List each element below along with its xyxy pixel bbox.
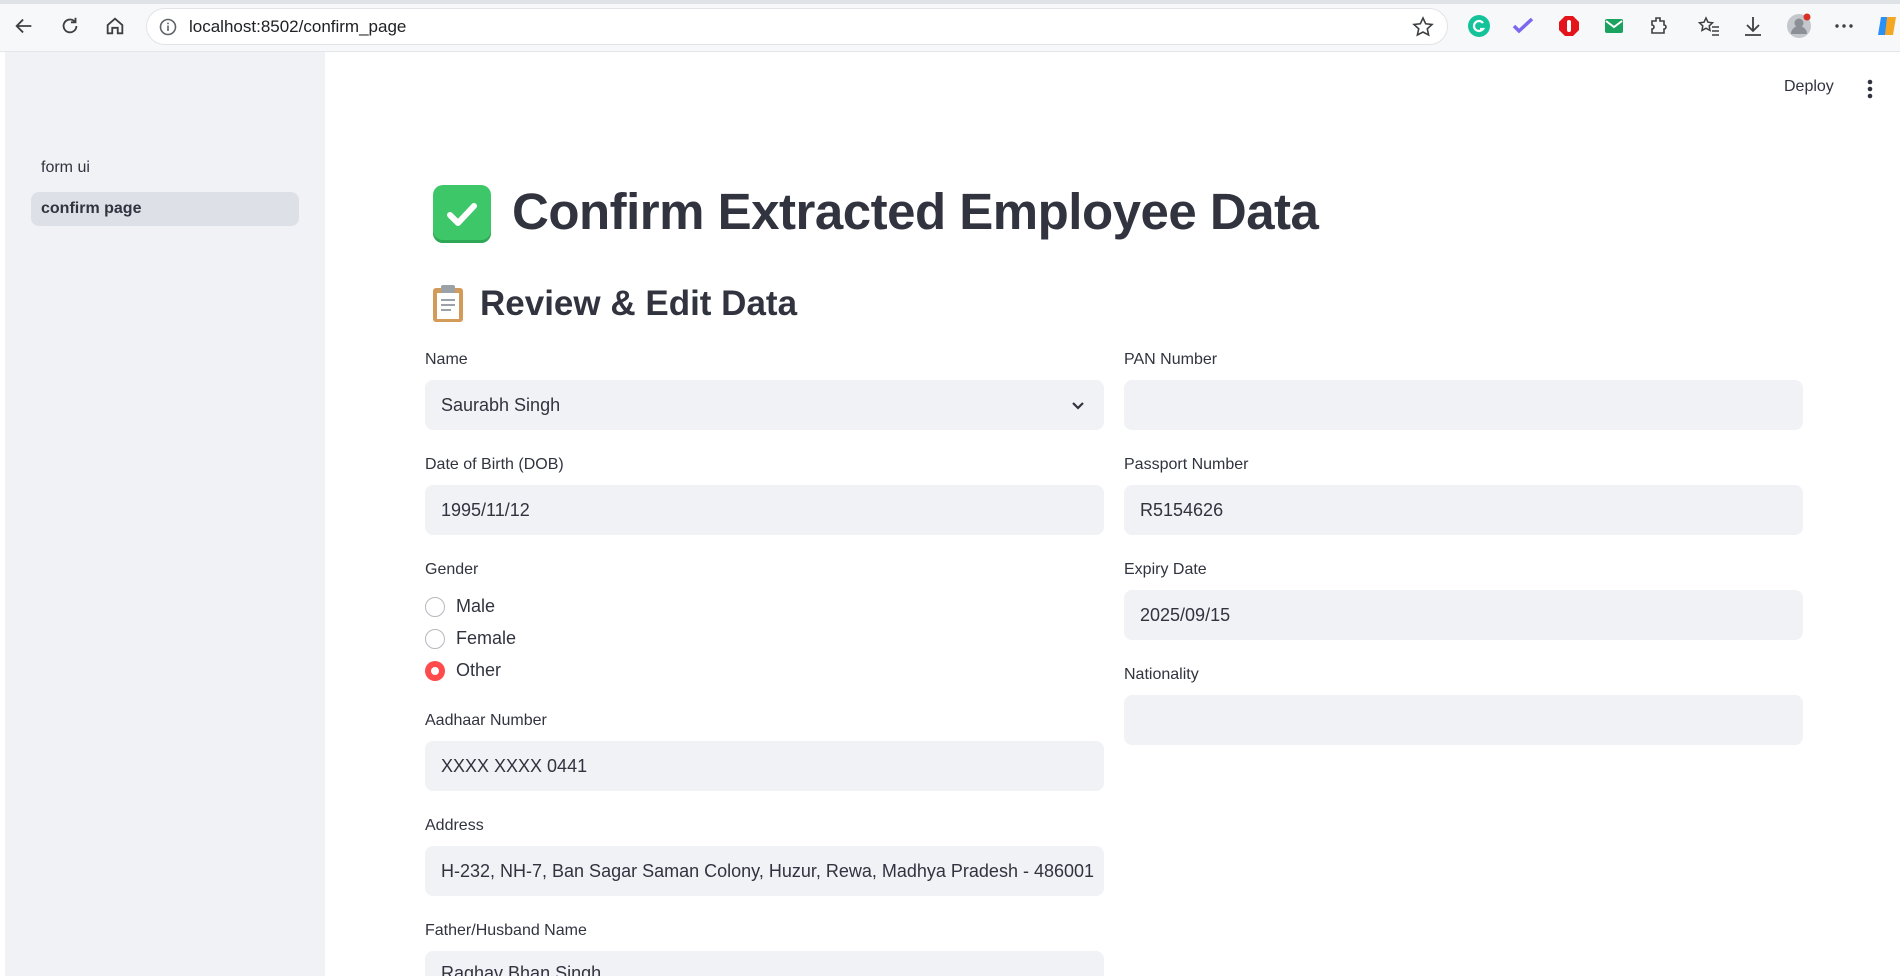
site-info-icon[interactable] (158, 17, 178, 37)
sidebar-item-form-ui[interactable]: form ui (31, 151, 299, 185)
section-heading: Review & Edit Data (480, 284, 798, 323)
reload-icon[interactable] (56, 12, 84, 40)
father-name-input[interactable]: Raghav Bhan Singh (425, 951, 1104, 976)
name-select-value: Saurabh Singh (441, 394, 561, 415)
gender-option-label: Male (456, 596, 496, 616)
extensions-puzzle-icon[interactable] (1646, 13, 1672, 39)
back-icon[interactable] (10, 12, 38, 40)
aadhaar-label: Aadhaar Number (425, 712, 547, 729)
passport-input[interactable]: R5154626 (1124, 485, 1803, 535)
father-name-label: Father/Husband Name (425, 922, 587, 939)
copilot-icon[interactable] (1874, 13, 1900, 39)
nationality-input[interactable] (1124, 695, 1803, 745)
pan-input[interactable] (1124, 380, 1803, 430)
radio-unchecked-icon[interactable] (425, 628, 445, 649)
aadhaar-input[interactable]: XXXX XXXX 0441 (425, 741, 1104, 791)
profile-avatar-icon[interactable] (1786, 13, 1812, 39)
main-menu-icon[interactable] (1866, 78, 1874, 100)
bookmark-star-icon[interactable] (1411, 15, 1435, 39)
address-bar[interactable]: localhost:8502/confirm_page (146, 8, 1448, 45)
tab-strip-edge (0, 0, 1900, 4)
chevron-down-icon[interactable] (1068, 395, 1088, 415)
page-title: Confirm Extracted Employee Data (512, 183, 1319, 240)
home-icon[interactable] (101, 12, 129, 40)
gender-label: Gender (425, 561, 479, 578)
adblock-extension-icon[interactable] (1556, 13, 1582, 39)
gender-option-label: Female (456, 628, 517, 648)
sidebar: form ui confirm page (5, 52, 325, 976)
deploy-button[interactable]: Deploy (1784, 78, 1834, 96)
downloads-icon[interactable] (1740, 13, 1766, 39)
gender-option-male[interactable]: Male (425, 596, 495, 617)
favorites-icon[interactable] (1696, 13, 1722, 39)
sidebar-item-label: confirm page (41, 200, 142, 217)
nationality-label: Nationality (1124, 666, 1199, 683)
browser-toolbar: localhost:8502/confirm_page (0, 0, 1900, 52)
clipboard-icon (430, 283, 466, 323)
url-text[interactable]: localhost:8502/confirm_page (189, 17, 406, 37)
address-input[interactable]: H-232, NH-7, Ban Sagar Saman Colony, Huz… (425, 846, 1104, 896)
name-label: Name (425, 351, 468, 368)
mail-extension-icon[interactable] (1601, 13, 1627, 39)
name-select[interactable]: Saurabh Singh (425, 380, 1104, 430)
grammarly-extension-icon[interactable] (1466, 13, 1492, 39)
radio-checked-icon[interactable] (425, 660, 445, 681)
browser-menu-icon[interactable] (1831, 13, 1857, 39)
pan-label: PAN Number (1124, 351, 1218, 368)
passport-label: Passport Number (1124, 456, 1249, 473)
gender-option-other[interactable]: Other (425, 660, 501, 681)
checkmark-extension-icon[interactable] (1510, 13, 1536, 39)
check-mark-icon (433, 185, 491, 243)
address-label: Address (425, 817, 484, 834)
sidebar-item-label: form ui (41, 159, 90, 176)
sidebar-item-confirm-page[interactable]: confirm page (31, 192, 299, 226)
radio-unchecked-icon[interactable] (425, 596, 445, 617)
dob-input[interactable]: 1995/11/12 (425, 485, 1104, 535)
gender-option-label: Other (456, 660, 502, 680)
expiry-input[interactable]: 2025/09/15 (1124, 590, 1803, 640)
dob-label: Date of Birth (DOB) (425, 456, 564, 473)
gender-option-female[interactable]: Female (425, 628, 516, 649)
expiry-label: Expiry Date (1124, 561, 1207, 578)
